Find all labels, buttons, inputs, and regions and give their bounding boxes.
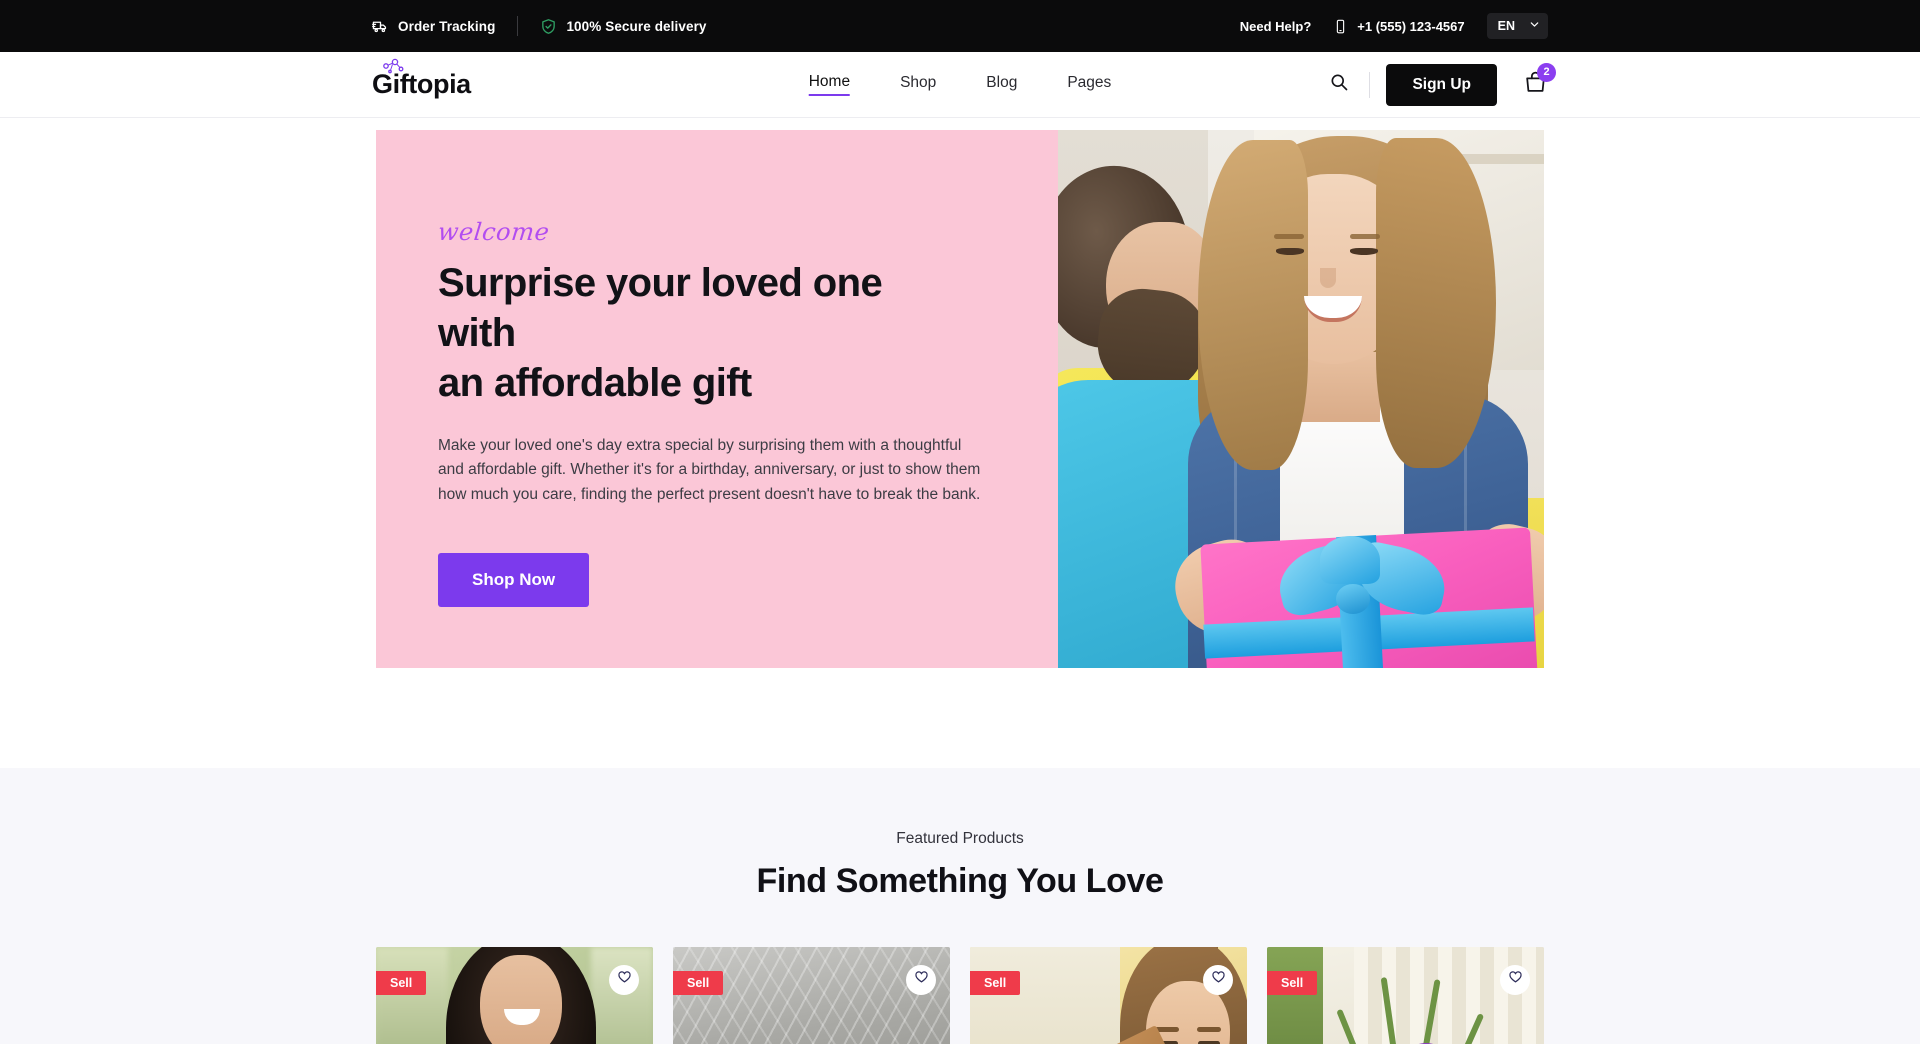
hero-image	[1058, 130, 1544, 668]
phone-number: +1 (555) 123-4567	[1357, 18, 1465, 34]
heart-icon	[914, 970, 929, 990]
chevron-down-icon	[1529, 19, 1540, 33]
product-image	[1267, 947, 1544, 1044]
product-card[interactable]: Sell	[376, 947, 653, 1044]
nav-item-shop[interactable]: Shop	[900, 74, 936, 95]
header-divider	[1369, 71, 1371, 98]
product-card[interactable]: Sell	[970, 947, 1247, 1044]
sell-badge: Sell	[673, 971, 724, 995]
logo-text: Giftopia	[372, 69, 471, 99]
product-image-brow-right	[1197, 1027, 1221, 1032]
search-icon	[1329, 72, 1349, 97]
product-image-foliage-left	[376, 947, 448, 1044]
hero-photo-bow-knot	[1336, 584, 1370, 614]
nav-item-home[interactable]: Home	[808, 73, 851, 96]
hero-photo-woman-hair-left	[1198, 140, 1308, 470]
product-image	[376, 947, 653, 1044]
featured-eyebrow: Featured Products	[896, 830, 1024, 847]
heart-icon	[1508, 970, 1523, 990]
product-image-wall	[970, 947, 1120, 1044]
sell-badge: Sell	[376, 971, 427, 995]
product-image	[970, 947, 1247, 1044]
sell-badge: Sell	[970, 971, 1021, 995]
topbar-left-group: Order Tracking 100% Secure delivery	[372, 16, 707, 36]
header-actions: Sign Up 2	[1323, 62, 1556, 106]
order-tracking-label: Order Tracking	[398, 18, 496, 34]
product-image-plant-backdrop	[1267, 947, 1323, 1044]
hero-title: Surprise your loved one with an affordab…	[438, 258, 968, 408]
topbar-right-group: Need Help? +1 (555) 123-4567 EN	[1240, 13, 1548, 39]
wishlist-button[interactable]	[609, 965, 639, 995]
product-image-frost-branches	[673, 947, 950, 1044]
hero-photo-woman-eye-right	[1350, 248, 1378, 255]
main-header: Giftopia Home Shop Blog Pages Sign Up 2	[0, 52, 1920, 118]
language-value: EN	[1497, 19, 1515, 33]
hero-photo-woman-hair-right	[1376, 138, 1496, 468]
secure-delivery-label: 100% Secure delivery	[566, 18, 707, 34]
topbar-divider	[517, 16, 519, 36]
hero-title-line-1: Surprise your loved one with	[438, 261, 883, 355]
hero-eyebrow: welcome	[436, 218, 551, 246]
shield-check-icon	[540, 18, 557, 35]
product-card-grid: Sell Sell Sell Sell	[376, 947, 1544, 1044]
top-utility-bar: Order Tracking 100% Secure delivery Need…	[0, 0, 1920, 52]
nav-item-blog[interactable]: Blog	[986, 74, 1017, 95]
hero-description: Make your loved one's day extra special …	[438, 437, 981, 503]
hero-content: welcome Surprise your loved one with an …	[376, 130, 1058, 668]
hero-photo-bow-top	[1320, 536, 1380, 584]
shop-now-button[interactable]: Shop Now	[438, 553, 590, 608]
hero-photo-woman-brow-left	[1274, 234, 1304, 239]
heart-icon	[617, 970, 632, 990]
hero-banner: welcome Surprise your loved one with an …	[376, 130, 1544, 668]
hero-photo-woman-eye-left	[1276, 248, 1304, 255]
primary-navigation: Home Shop Blog Pages	[808, 73, 1111, 96]
wishlist-button[interactable]	[1203, 965, 1233, 995]
featured-products-section: Featured Products Find Something You Lov…	[0, 768, 1920, 1044]
hero-section: welcome Surprise your loved one with an …	[0, 118, 1920, 668]
wishlist-button[interactable]	[906, 965, 936, 995]
product-image-face	[480, 955, 562, 1044]
product-image	[673, 947, 950, 1044]
product-card[interactable]: Sell	[673, 947, 950, 1044]
truck-icon	[372, 18, 389, 35]
order-tracking-link[interactable]: Order Tracking	[372, 18, 495, 35]
sign-up-button[interactable]: Sign Up	[1386, 63, 1497, 106]
product-card[interactable]: Sell	[1267, 947, 1544, 1044]
mobile-phone-icon	[1333, 19, 1348, 34]
wishlist-button[interactable]	[1500, 965, 1530, 995]
product-image-foliage-right	[591, 947, 653, 1044]
heart-icon	[1211, 970, 1226, 990]
phone-link[interactable]: +1 (555) 123-4567	[1333, 18, 1465, 34]
need-help-label: Need Help?	[1239, 18, 1312, 34]
language-selector[interactable]: EN	[1486, 13, 1548, 39]
featured-title: Find Something You Love	[756, 862, 1164, 900]
logo[interactable]: Giftopia	[372, 58, 471, 99]
secure-delivery-item: 100% Secure delivery	[540, 18, 706, 35]
hero-title-line-2: an affordable gift	[438, 361, 752, 405]
cart-count-badge: 2	[1537, 62, 1556, 82]
hero-photo-woman-nose	[1320, 268, 1336, 288]
sell-badge: Sell	[1267, 971, 1318, 995]
cart-button[interactable]: 2	[1523, 62, 1556, 100]
nav-item-pages[interactable]: Pages	[1067, 74, 1111, 95]
search-button[interactable]	[1323, 66, 1355, 103]
hero-photo-woman-brow-right	[1350, 234, 1380, 239]
